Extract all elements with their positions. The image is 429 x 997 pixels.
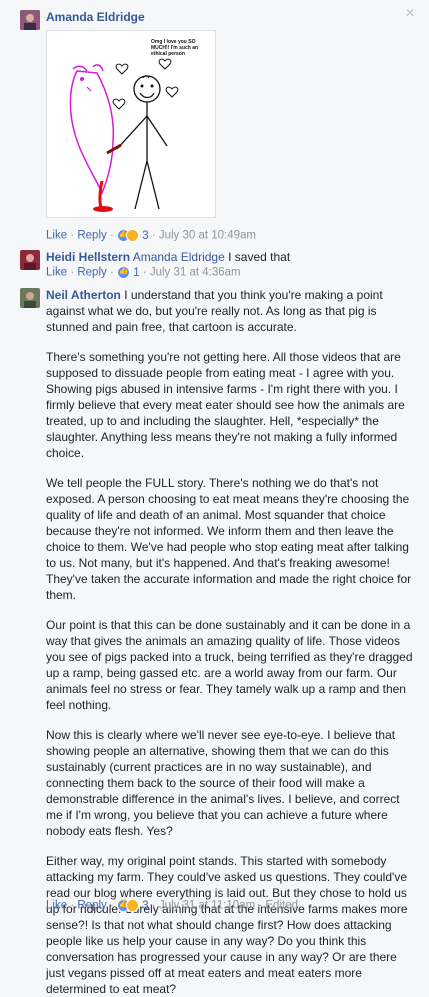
comment-actions: Like · Reply · 👍 1 · July 31 at 4:36am (46, 266, 241, 279)
haha-reaction-icon (125, 899, 139, 912)
comment-actions: Like · Reply · 👍 3 · July 30 at 10:49am (46, 229, 256, 242)
comment-image[interactable]: Omg I love you SO MUCH!! I'm such an eth… (46, 30, 216, 218)
reaction-count: 3 (142, 899, 149, 912)
timestamp[interactable]: July 31 at 4:36am (150, 267, 241, 279)
like-button[interactable]: Like (46, 900, 67, 912)
comment-body: Neil Atherton I understand that you thin… (46, 287, 414, 997)
cartoon-drawing (69, 58, 179, 212)
comment-paragraph: There's something you're not getting her… (46, 350, 405, 460)
reply-button[interactable]: Reply (77, 267, 106, 279)
avatar-image (20, 288, 40, 308)
tagged-user[interactable]: Amanda Eldridge (133, 250, 225, 264)
edited-label[interactable]: Edited (265, 900, 298, 912)
comment-actions: Like · Reply · 👍 3 · July 31 at 11:10am … (46, 899, 298, 912)
reactions[interactable]: 👍 3 (116, 899, 152, 912)
close-icon[interactable]: ✕ (405, 6, 415, 20)
timestamp[interactable]: July 30 at 10:49am (159, 230, 256, 242)
comment-author[interactable]: Amanda Eldridge (46, 10, 145, 24)
avatar-image (20, 250, 40, 270)
avatar-image (20, 10, 40, 30)
avatar[interactable] (20, 288, 40, 308)
reply-button[interactable]: Reply (77, 230, 106, 242)
haha-reaction-icon (125, 229, 139, 242)
reaction-count: 1 (133, 266, 140, 279)
comment-paragraph: Either way, my original point stands. Th… (46, 854, 408, 996)
comment-text: I saved that (228, 250, 291, 264)
reactions[interactable]: 👍 3 (116, 229, 152, 242)
avatar[interactable] (20, 10, 40, 30)
comment-paragraph: Now this is clearly where we'll never se… (46, 728, 400, 838)
cartoon-speech-text: Omg I love you SO MUCH!! I'm such an eth… (151, 39, 199, 57)
reactions[interactable]: 👍 1 (116, 266, 143, 279)
reaction-count: 3 (142, 229, 149, 242)
like-button[interactable]: Like (46, 267, 67, 279)
reply-button[interactable]: Reply (77, 900, 106, 912)
comment-paragraph: We tell people the FULL story. There's n… (46, 476, 412, 602)
timestamp[interactable]: July 31 at 11:10am (159, 900, 255, 912)
comment-author[interactable]: Heidi Hellstern (46, 250, 130, 264)
avatar[interactable] (20, 250, 40, 270)
comment-author[interactable]: Neil Atherton (46, 288, 121, 302)
like-reaction-icon: 👍 (116, 266, 130, 279)
comment-paragraph: Our point is that this can be done susta… (46, 618, 413, 712)
like-button[interactable]: Like (46, 230, 67, 242)
